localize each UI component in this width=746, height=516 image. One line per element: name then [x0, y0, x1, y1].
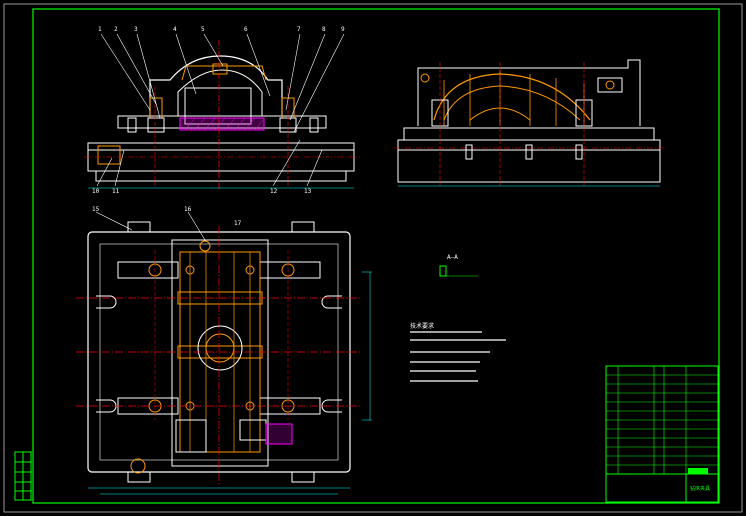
- drawing-sheet: 1 2 3 4 5 6 7 8 9 10 11 12 13 15 16 17 A…: [3, 3, 743, 513]
- sheet-border: [3, 3, 743, 513]
- side-view: [394, 59, 664, 187]
- callout-1: 1: [98, 26, 102, 33]
- callout-9: 9: [341, 26, 345, 33]
- section-label: A—A: [447, 254, 458, 261]
- technical-notes: 技术要求: [410, 322, 506, 382]
- callout-13: 13: [304, 188, 312, 195]
- callout-6: 6: [244, 26, 248, 33]
- callout-11: 11: [112, 188, 120, 195]
- callout-17: 17: [234, 220, 242, 227]
- callout-10: 10: [92, 188, 100, 195]
- plan-view: [76, 211, 372, 495]
- plan-view-callouts: 15 16 17: [92, 206, 242, 227]
- title-block: 钻床夹具: [605, 365, 719, 503]
- callout-2: 2: [114, 26, 118, 33]
- front-view: [84, 33, 360, 190]
- callout-8: 8: [322, 26, 326, 33]
- notes-title: 技术要求: [410, 322, 434, 330]
- callout-12: 12: [270, 188, 278, 195]
- section-detail: A—A: [439, 254, 478, 277]
- callout-3: 3: [134, 26, 138, 33]
- front-view-callouts: 1 2 3 4 5 6 7 8 9 10 11 12 13: [92, 26, 345, 195]
- callout-4: 4: [173, 26, 177, 33]
- left-title-strip: [14, 451, 32, 501]
- titleblock-title: 钻床夹具: [690, 485, 710, 492]
- callout-15: 15: [92, 206, 100, 213]
- callout-16: 16: [184, 206, 192, 213]
- cad-drawing: 1 2 3 4 5 6 7 8 9 10 11 12 13 15 16 17 A…: [0, 0, 746, 516]
- callout-5: 5: [201, 26, 205, 33]
- callout-7: 7: [297, 26, 301, 33]
